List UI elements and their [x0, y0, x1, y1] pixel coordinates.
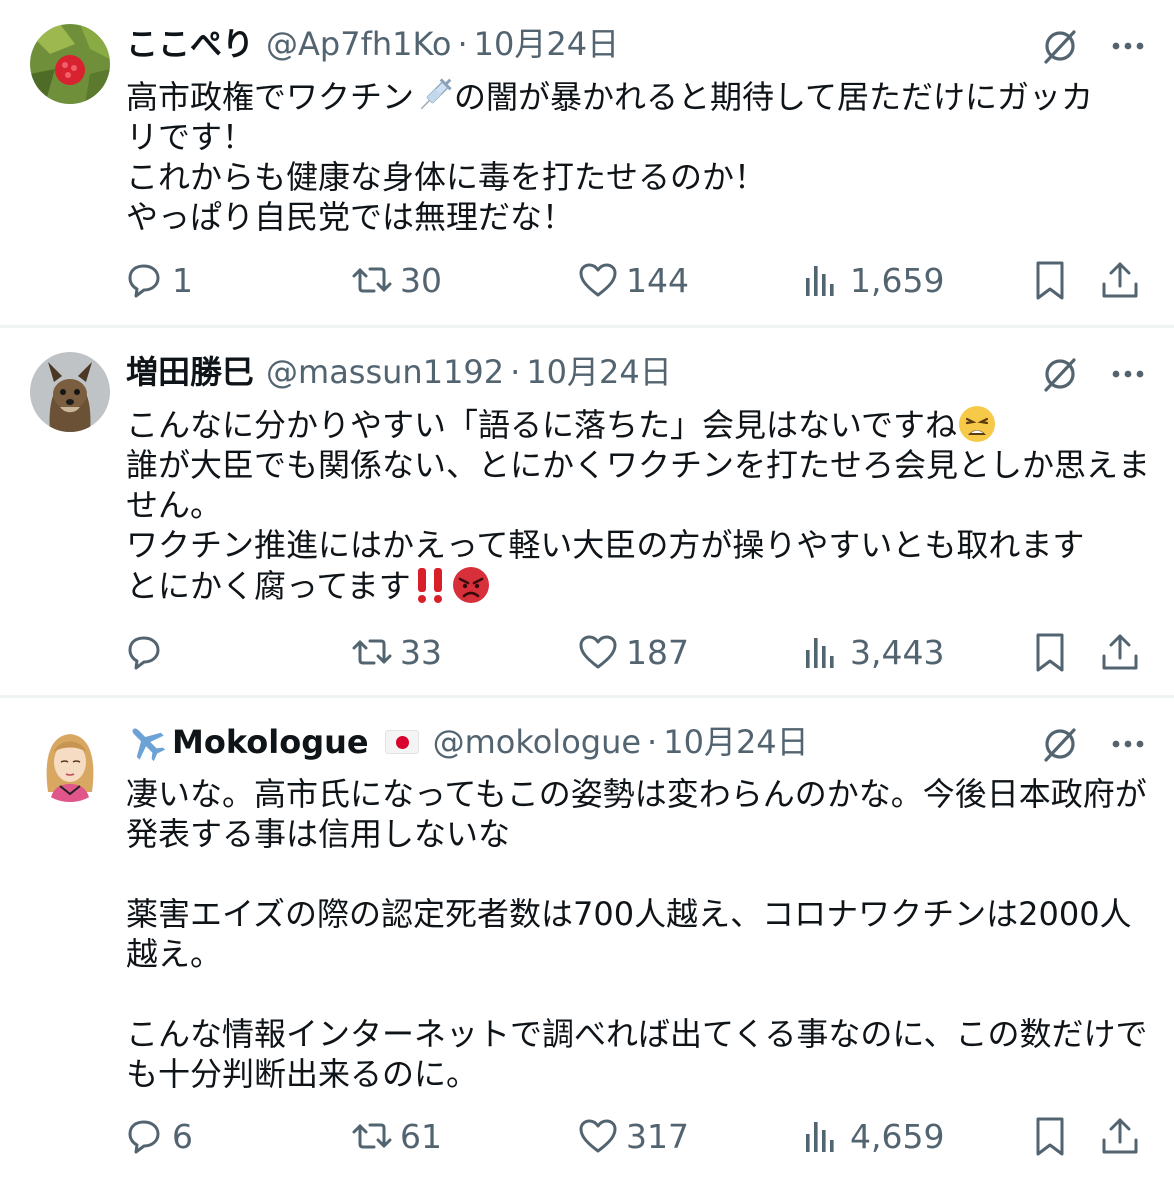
more-icon[interactable]: [1108, 354, 1148, 394]
separator-dot: ·: [457, 25, 468, 63]
double-exclamation-emoji: [417, 568, 442, 603]
post-text-part: リです！ これからも健康な身体に毒を打たせるのか！ やっぱり自民党では無理だな！: [126, 118, 767, 236]
repost-icon: [352, 639, 392, 665]
like-button[interactable]: 144: [576, 252, 689, 308]
separator-dot: ·: [647, 723, 658, 761]
post-3[interactable]: Mokologue @mokologue · 10月24日 凄いな。高市氏になっ…: [0, 698, 1174, 1180]
japan-flag-emoji: [384, 730, 419, 754]
views-icon: [806, 1122, 834, 1152]
bookmark-icon: [1036, 1117, 1064, 1156]
reply-button[interactable]: 6: [122, 1108, 193, 1164]
share-icon: [1102, 1118, 1138, 1154]
post-text-part: 高市政権でワクチン: [126, 78, 415, 116]
views-icon: [806, 638, 834, 668]
views-button[interactable]: 3,443: [800, 624, 944, 680]
like-button[interactable]: 187: [576, 624, 689, 680]
post-date[interactable]: 10月24日: [474, 22, 619, 66]
repost-icon: [352, 267, 392, 293]
grok-icon[interactable]: [1038, 352, 1082, 396]
repost-count: 61: [400, 1116, 442, 1156]
reply-count: 1: [172, 260, 193, 300]
dog-avatar[interactable]: [30, 352, 110, 432]
bookmark-icon: [1036, 633, 1064, 672]
repost-icon: [352, 1123, 392, 1149]
post-text-part: 誰が大臣でも関係ない、とにかくワクチンを打たせろ会見としか思えません。 ワクチン…: [126, 446, 1151, 605]
display-name[interactable]: 増田勝巳: [126, 350, 254, 394]
user-handle[interactable]: @massun1192: [266, 350, 504, 394]
repost-button[interactable]: 33: [350, 624, 442, 680]
more-icon[interactable]: [1108, 26, 1148, 66]
separator-dot: ·: [510, 353, 521, 391]
post-date[interactable]: 10月24日: [526, 350, 671, 394]
more-icon[interactable]: [1108, 724, 1148, 764]
post-text-part: の闇が暴かれると期待して居ただけにガッカ: [454, 78, 1094, 116]
share-button[interactable]: [1098, 1108, 1142, 1164]
views-button[interactable]: 1,659: [800, 252, 944, 308]
bookmark-button[interactable]: [1028, 624, 1072, 680]
repost-count: 33: [400, 632, 442, 672]
bookmark-button[interactable]: [1028, 1108, 1072, 1164]
post-2[interactable]: 増田勝巳 @massun1192 · 10月24日 こんなに分かりやすい「語るに…: [0, 328, 1174, 698]
reply-count: 6: [172, 1116, 193, 1156]
like-count: 144: [626, 260, 689, 300]
share-button[interactable]: [1098, 252, 1142, 308]
post-text-part: こんなに分かりやすい「語るに落ちた」会見はないですね: [126, 406, 958, 444]
like-count: 317: [626, 1116, 689, 1156]
bookmark-icon: [1036, 261, 1064, 300]
airplane-emoji: [132, 728, 166, 762]
reply-icon: [128, 1120, 160, 1154]
reply-icon: [128, 264, 160, 298]
user-handle[interactable]: @mokologue: [433, 720, 641, 764]
reply-icon: [128, 636, 160, 670]
like-count: 187: [626, 632, 689, 672]
reply-button[interactable]: 1: [122, 252, 193, 308]
angry-face-emoji: [452, 567, 489, 603]
post-text: 高市政権でワクチン の闇が暴かれると期待して居ただけにガッカ リです！ これからも…: [126, 76, 1156, 237]
views-icon: [806, 266, 834, 296]
share-icon: [1102, 262, 1138, 298]
syringe-emoji: [420, 78, 452, 110]
like-button[interactable]: 317: [576, 1108, 689, 1164]
grok-icon[interactable]: [1038, 24, 1082, 68]
post-text: 凄いな。高市氏になってもこの姿勢は変わらんのかな。今後日本政府が発表する事は信用…: [126, 775, 1148, 1093]
repost-count: 30: [400, 260, 442, 300]
views-count: 4,659: [850, 1116, 945, 1156]
post-date[interactable]: 10月24日: [663, 720, 808, 764]
like-icon: [579, 1119, 617, 1153]
raspberry-avatar[interactable]: [30, 24, 110, 104]
weary-face-emoji: [959, 406, 996, 442]
like-icon: [579, 263, 617, 297]
post-text: こんなに分かりやすい「語るに落ちた」会見はないですね 誰が大臣でも関係ない、とに…: [126, 404, 1156, 606]
views-count: 3,443: [850, 632, 945, 672]
views-count: 1,659: [850, 260, 945, 300]
repost-button[interactable]: 61: [350, 1108, 442, 1164]
like-icon: [579, 635, 617, 669]
user-handle[interactable]: @Ap7fh1Ko: [266, 22, 451, 66]
grok-icon[interactable]: [1038, 722, 1082, 766]
reply-button[interactable]: [122, 624, 172, 680]
post-1[interactable]: ここぺり @Ap7fh1Ko · 10月24日 高市政権でワクチン の闇が暴かれる…: [0, 0, 1174, 328]
share-icon: [1102, 634, 1138, 670]
repost-button[interactable]: 30: [350, 252, 442, 308]
display-name[interactable]: Mokologue: [172, 720, 369, 764]
illustrated-woman-avatar[interactable]: [30, 722, 110, 802]
bookmark-button[interactable]: [1028, 252, 1072, 308]
display-name[interactable]: ここぺり: [126, 22, 254, 66]
views-button[interactable]: 4,659: [800, 1108, 944, 1164]
share-button[interactable]: [1098, 624, 1142, 680]
